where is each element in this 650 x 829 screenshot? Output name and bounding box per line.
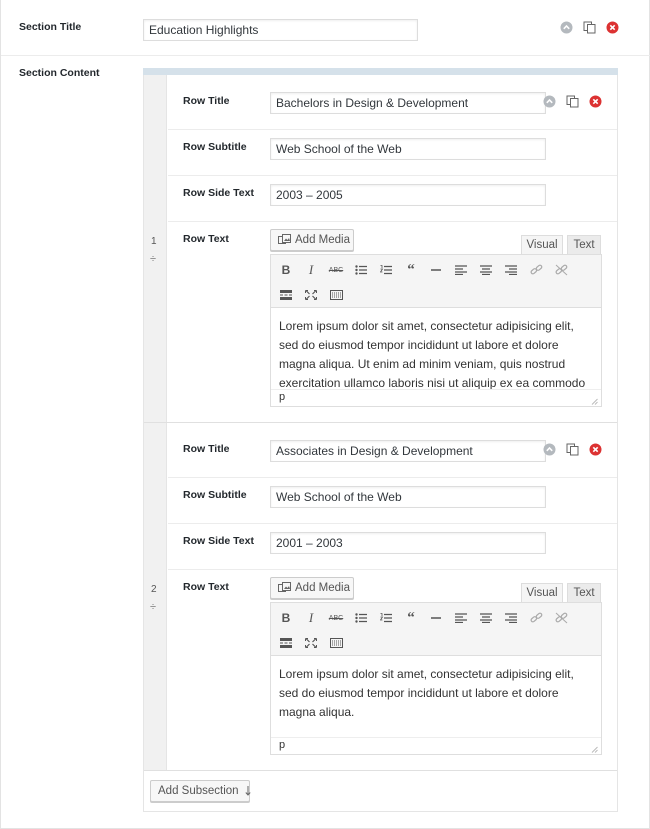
align-right-icon[interactable] — [502, 262, 520, 278]
remove-link-icon[interactable] — [552, 262, 570, 278]
bulleted-list-icon[interactable] — [352, 610, 370, 626]
row-text-label: Row Text — [183, 233, 229, 245]
row-1-rail[interactable] — [144, 75, 167, 423]
insert-link-icon[interactable] — [527, 610, 545, 626]
row-separator — [144, 422, 617, 423]
drag-handle-icon[interactable]: ÷ — [150, 253, 156, 265]
visual-tab[interactable]: Visual — [521, 583, 563, 603]
bulleted-list-icon[interactable] — [352, 262, 370, 278]
add-media-label: Add Media — [295, 582, 350, 594]
row-subtitle-label: Row Subtitle — [183, 489, 247, 501]
italic-icon[interactable]: I — [302, 262, 320, 278]
align-left-icon[interactable] — [452, 262, 470, 278]
delete-icon[interactable] — [589, 443, 602, 456]
duplicate-icon[interactable] — [583, 21, 596, 34]
collapse-icon[interactable] — [543, 443, 556, 456]
down-arrow-icon — [244, 786, 251, 796]
align-center-icon[interactable] — [477, 610, 495, 626]
resize-handle-icon[interactable] — [591, 396, 598, 405]
row-number: 2 — [151, 584, 157, 595]
strikethrough-icon[interactable]: ABC — [327, 262, 345, 278]
align-left-icon[interactable] — [452, 610, 470, 626]
duplicate-icon[interactable] — [566, 443, 579, 456]
editor-content[interactable]: Lorem ipsum dolor sit amet, consectetur … — [279, 665, 595, 737]
section-title-label: Section Title — [19, 21, 82, 33]
section-title-input[interactable]: Education Highlights — [143, 19, 418, 41]
italic-icon[interactable]: I — [302, 610, 320, 626]
row-title-input[interactable]: Associates in Design & Development — [270, 440, 546, 462]
collapse-icon[interactable] — [543, 95, 556, 108]
section-content-label: Section Content — [19, 67, 100, 79]
rich-text-editor: B I ABC “ Lorem ipsum dolor sit amet, co… — [270, 602, 602, 755]
row-separator — [144, 770, 617, 771]
align-center-icon[interactable] — [477, 262, 495, 278]
add-media-label: Add Media — [295, 234, 350, 246]
editor-toolbar: B I ABC “ — [271, 603, 601, 656]
divider — [168, 523, 617, 524]
duplicate-icon[interactable] — [566, 95, 579, 108]
divider — [168, 129, 617, 130]
add-subsection-label: Add Subsection — [158, 785, 239, 797]
horizontal-line-icon[interactable] — [427, 610, 445, 626]
horizontal-line-icon[interactable] — [427, 262, 445, 278]
row-subtitle-input[interactable]: Web School of the Web — [270, 138, 546, 160]
repeater-top-bar — [143, 68, 618, 75]
resize-handle-icon[interactable] — [591, 744, 598, 753]
editor-toolbar: B I ABC “ — [271, 255, 601, 308]
section-field-panel: Section Title Education Highlights Secti… — [0, 0, 650, 829]
row-number: 1 — [151, 236, 157, 247]
read-more-icon[interactable] — [277, 287, 295, 303]
row-title-input[interactable]: Bachelors in Design & Development — [270, 92, 546, 114]
numbered-list-icon[interactable] — [377, 610, 395, 626]
row-side-text-input[interactable]: 2001 – 2003 — [270, 532, 546, 554]
divider — [168, 477, 617, 478]
toolbar-toggle-icon[interactable] — [327, 635, 345, 651]
blockquote-icon[interactable]: “ — [402, 262, 420, 278]
add-subsection-button[interactable]: Add Subsection — [150, 780, 251, 802]
read-more-icon[interactable] — [277, 635, 295, 651]
row-text-label: Row Text — [183, 581, 229, 593]
editor-path: p — [271, 389, 601, 406]
add-media-button[interactable]: Add Media — [270, 229, 354, 251]
row-title-label: Row Title — [183, 443, 230, 455]
row-2-rail[interactable] — [144, 423, 167, 771]
row-side-text-input[interactable]: 2003 – 2005 — [270, 184, 546, 206]
divider — [168, 569, 617, 570]
row-side-text-label: Row Side Text — [183, 187, 254, 199]
fullscreen-icon[interactable] — [302, 287, 320, 303]
bold-icon[interactable]: B — [277, 262, 295, 278]
row-title-label: Row Title — [183, 95, 230, 107]
add-media-button[interactable]: Add Media — [270, 577, 354, 599]
numbered-list-icon[interactable] — [377, 262, 395, 278]
row-side-text-label: Row Side Text — [183, 535, 254, 547]
text-tab[interactable]: Text — [567, 235, 601, 255]
bold-icon[interactable]: B — [277, 610, 295, 626]
collapse-icon[interactable] — [560, 21, 573, 34]
drag-handle-icon[interactable]: ÷ — [150, 601, 156, 613]
divider — [168, 175, 617, 176]
delete-icon[interactable] — [606, 21, 619, 34]
divider — [168, 221, 617, 222]
strikethrough-icon[interactable]: ABC — [327, 610, 345, 626]
visual-tab[interactable]: Visual — [521, 235, 563, 255]
row-subtitle-label: Row Subtitle — [183, 141, 247, 153]
remove-link-icon[interactable] — [552, 610, 570, 626]
row-subtitle-input[interactable]: Web School of the Web — [270, 486, 546, 508]
media-icon — [278, 582, 291, 594]
align-right-icon[interactable] — [502, 610, 520, 626]
media-icon — [278, 234, 291, 246]
insert-link-icon[interactable] — [527, 262, 545, 278]
fullscreen-icon[interactable] — [302, 635, 320, 651]
rich-text-editor: B I ABC “ Lorem ipsum dolor sit amet, co… — [270, 254, 602, 407]
delete-icon[interactable] — [589, 95, 602, 108]
editor-content[interactable]: Lorem ipsum dolor sit amet, consectetur … — [279, 317, 595, 389]
blockquote-icon[interactable]: “ — [402, 610, 420, 626]
divider — [1, 55, 650, 56]
text-tab[interactable]: Text — [567, 583, 601, 603]
toolbar-toggle-icon[interactable] — [327, 287, 345, 303]
editor-path: p — [271, 737, 601, 754]
